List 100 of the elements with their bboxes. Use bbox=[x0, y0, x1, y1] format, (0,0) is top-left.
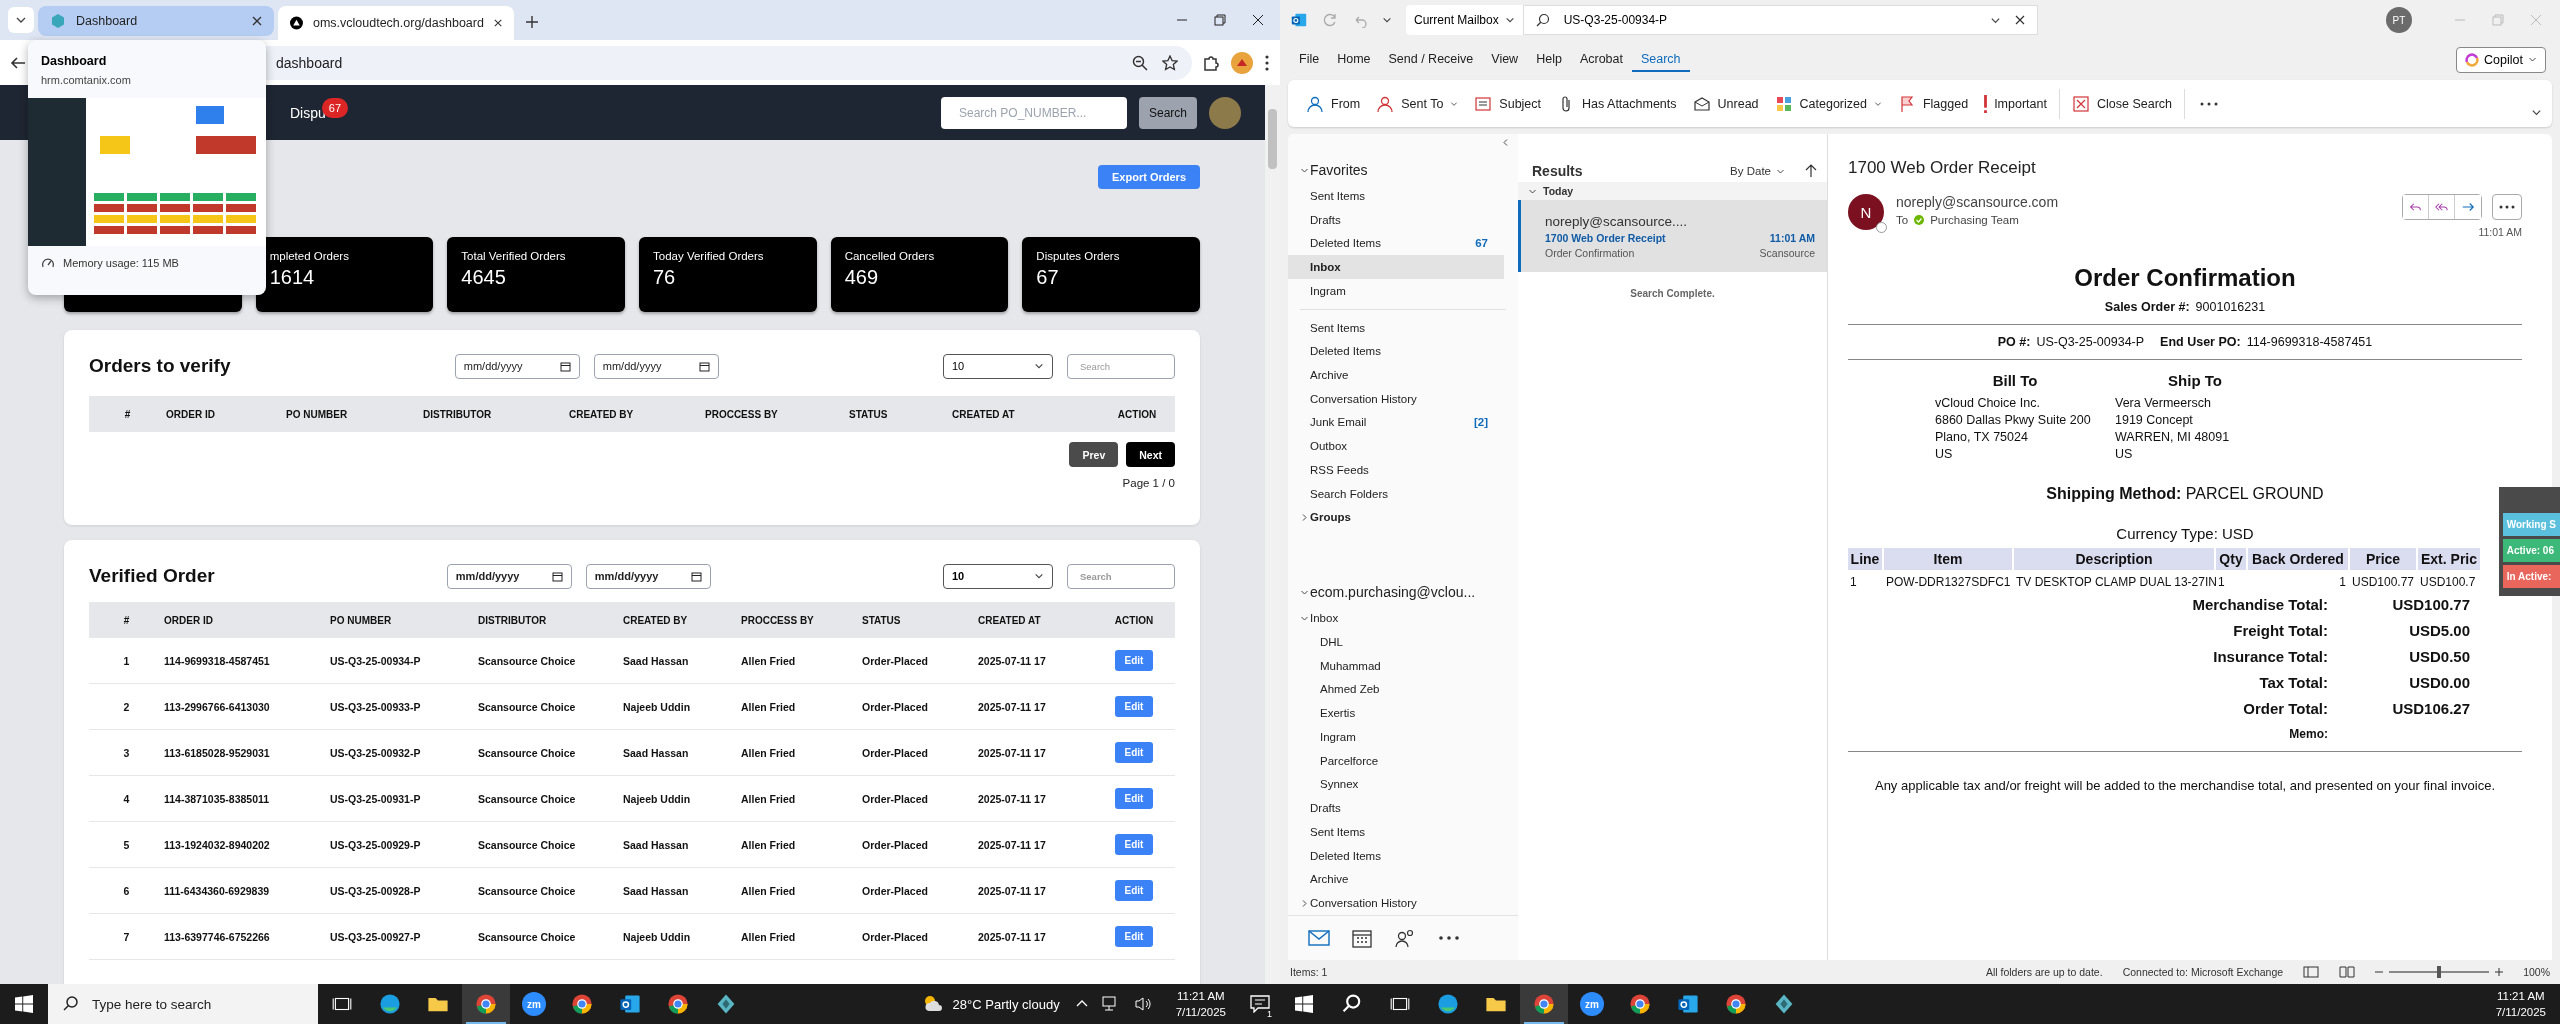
date-field[interactable]: mm/dd/yyyy bbox=[454, 353, 580, 379]
zoom-out-icon[interactable] bbox=[1132, 54, 1148, 71]
ribbon-button[interactable]: Sent To bbox=[1368, 90, 1467, 117]
ribbon-button[interactable]: Flagged bbox=[1889, 90, 1977, 117]
close-icon[interactable] bbox=[252, 16, 262, 26]
restore-icon[interactable] bbox=[1214, 14, 1226, 26]
ribbon-button[interactable]: Has Attachments bbox=[1549, 90, 1685, 117]
folder-item[interactable]: Archive bbox=[1288, 363, 1504, 387]
edit-button[interactable]: Edit bbox=[1114, 788, 1154, 809]
profile-icon[interactable] bbox=[1230, 50, 1254, 75]
reply-button[interactable] bbox=[2403, 195, 2429, 220]
folder-item[interactable]: Inbox bbox=[1288, 255, 1504, 279]
next-button[interactable]: Next bbox=[1126, 442, 1175, 467]
calendar-icon[interactable] bbox=[1352, 928, 1372, 949]
folder-item[interactable]: Ahmed Zeb bbox=[1288, 677, 1504, 702]
copilot-button[interactable]: Copilot bbox=[2456, 46, 2546, 73]
zoom-in-icon[interactable] bbox=[2495, 968, 2504, 977]
folder-item[interactable]: Drafts bbox=[1288, 207, 1504, 232]
folder-item[interactable]: Parcelforce bbox=[1288, 748, 1504, 773]
browser-tab[interactable]: oms.vcloudtech.org/dashboard bbox=[278, 6, 514, 40]
group-header[interactable]: Today bbox=[1518, 182, 1827, 201]
puzzle-icon[interactable] bbox=[1202, 53, 1220, 72]
message-item[interactable]: noreply@scansource.... 1700 Web Order Receipt 11:01 AM Order Confirmation Scansource bbox=[1518, 200, 1827, 273]
ribbon-button[interactable]: Categorized bbox=[1766, 90, 1890, 117]
taskbar-app-button[interactable] bbox=[462, 984, 510, 1024]
back-arrow-icon[interactable] bbox=[10, 54, 26, 71]
ribbon-button[interactable]: From bbox=[1298, 90, 1369, 117]
close-icon[interactable] bbox=[1252, 14, 1264, 26]
normal-view-icon[interactable] bbox=[2303, 966, 2320, 979]
page-size-select[interactable]: 10 bbox=[943, 353, 1053, 379]
edit-button[interactable]: Edit bbox=[1114, 926, 1154, 947]
search-button[interactable]: Search bbox=[1138, 96, 1197, 129]
menu-tab[interactable]: Home bbox=[1328, 47, 1380, 72]
folder-item[interactable]: Sent Items bbox=[1288, 819, 1504, 844]
mailbox-scope-dropdown[interactable]: Current Mailbox bbox=[1406, 5, 1523, 35]
menu-tab[interactable]: Search bbox=[1631, 47, 1690, 72]
menu-icon[interactable] bbox=[1264, 53, 1270, 72]
edit-button[interactable]: Edit bbox=[1114, 742, 1154, 763]
folder-item[interactable]: Drafts bbox=[1288, 796, 1504, 820]
folder-group[interactable]: Conversation History bbox=[1288, 891, 1504, 915]
folder-item[interactable]: Sent Items bbox=[1288, 184, 1504, 208]
folder-group[interactable]: ecom.purchasing@vclou... bbox=[1288, 578, 1504, 607]
menu-tab[interactable]: Help bbox=[1527, 47, 1571, 72]
folder-item[interactable]: Conversation History bbox=[1288, 386, 1504, 411]
folder-item[interactable]: Deleted Items bbox=[1288, 843, 1504, 868]
menu-tab[interactable]: Acrobat bbox=[1570, 47, 1632, 72]
ribbon-button[interactable]: Subject bbox=[1466, 90, 1550, 117]
edit-button[interactable]: Edit bbox=[1114, 696, 1154, 717]
edit-button[interactable]: Edit bbox=[1114, 834, 1154, 855]
sort-dropdown[interactable]: By Date bbox=[1724, 164, 1791, 179]
weather-text[interactable]: 28°C Partly cloudy bbox=[952, 996, 1060, 1012]
new-tab-icon[interactable] bbox=[525, 15, 539, 29]
up-arrow-icon[interactable] bbox=[1805, 164, 1817, 179]
clock[interactable]: 11:21 AM 7/11/2025 bbox=[1175, 988, 1226, 1020]
windows-logo-icon[interactable] bbox=[1295, 995, 1313, 1013]
browser-tab[interactable]: Dashboard bbox=[38, 6, 274, 36]
folder-item[interactable]: Ingram bbox=[1288, 278, 1504, 303]
folder-group[interactable]: Inbox bbox=[1288, 606, 1504, 631]
windows-logo-icon[interactable] bbox=[15, 995, 33, 1013]
folder-item[interactable]: DHL bbox=[1288, 630, 1504, 654]
ribbon-button[interactable]: Unread bbox=[1684, 90, 1767, 117]
chevron-icon[interactable] bbox=[2531, 107, 2542, 118]
taskbar-app-button[interactable] bbox=[1520, 984, 1568, 1024]
mail-app-icon[interactable] bbox=[1290, 11, 1308, 29]
star-icon[interactable] bbox=[1162, 54, 1178, 71]
account-avatar[interactable]: PT bbox=[2386, 7, 2412, 33]
folder-item[interactable]: RSS Feeds bbox=[1288, 458, 1504, 482]
close-icon[interactable] bbox=[493, 18, 502, 28]
recipient[interactable]: Purchasing Team bbox=[1930, 214, 2019, 227]
date-field[interactable]: mm/dd/yyyy bbox=[593, 353, 719, 379]
folder-item[interactable]: Deleted Items bbox=[1288, 339, 1504, 364]
folder-item[interactable]: Muhammad bbox=[1288, 653, 1504, 678]
menu-tab[interactable]: View bbox=[1482, 47, 1528, 72]
slider-thumb[interactable] bbox=[2437, 966, 2442, 979]
menu-tab[interactable]: Send / Receive bbox=[1379, 47, 1483, 72]
caret-icon[interactable] bbox=[1382, 15, 1392, 25]
folder-item[interactable]: Archive bbox=[1288, 867, 1504, 892]
taskbar-search-field[interactable]: Type here to search bbox=[48, 984, 318, 1024]
folder-item[interactable]: Sent Items bbox=[1288, 315, 1504, 340]
edit-button[interactable]: Edit bbox=[1114, 880, 1154, 901]
prev-button[interactable]: Prev bbox=[1069, 442, 1119, 467]
folder-item[interactable]: Ingram bbox=[1288, 725, 1504, 749]
clock[interactable]: 11:21 AM 7/11/2025 bbox=[2495, 988, 2546, 1020]
reading-view-icon[interactable] bbox=[2339, 966, 2356, 979]
more-icon[interactable] bbox=[1438, 935, 1460, 942]
folder-item[interactable]: Search Folders bbox=[1288, 481, 1504, 506]
folder-item[interactable]: Deleted Items 67 bbox=[1288, 231, 1504, 256]
people-icon[interactable] bbox=[1394, 928, 1416, 949]
close-icon[interactable] bbox=[2014, 15, 2025, 25]
volume-icon[interactable] bbox=[1133, 996, 1152, 1012]
edit-button[interactable]: Edit bbox=[1114, 650, 1154, 671]
date-field[interactable]: mm/dd/yyyy bbox=[585, 563, 711, 589]
notification-icon[interactable] bbox=[1250, 995, 1270, 1013]
folder-item[interactable]: Junk Email [2] bbox=[1288, 410, 1504, 435]
folder-group[interactable]: Favorites bbox=[1288, 156, 1504, 184]
menu-tab[interactable]: File bbox=[1290, 47, 1329, 72]
folder-item[interactable]: Outbox bbox=[1288, 434, 1504, 459]
search-field[interactable]: US-Q3-25-00934-P bbox=[1522, 5, 2038, 35]
folder-item[interactable]: Exertis bbox=[1288, 701, 1504, 725]
mail-icon[interactable] bbox=[1308, 929, 1330, 948]
